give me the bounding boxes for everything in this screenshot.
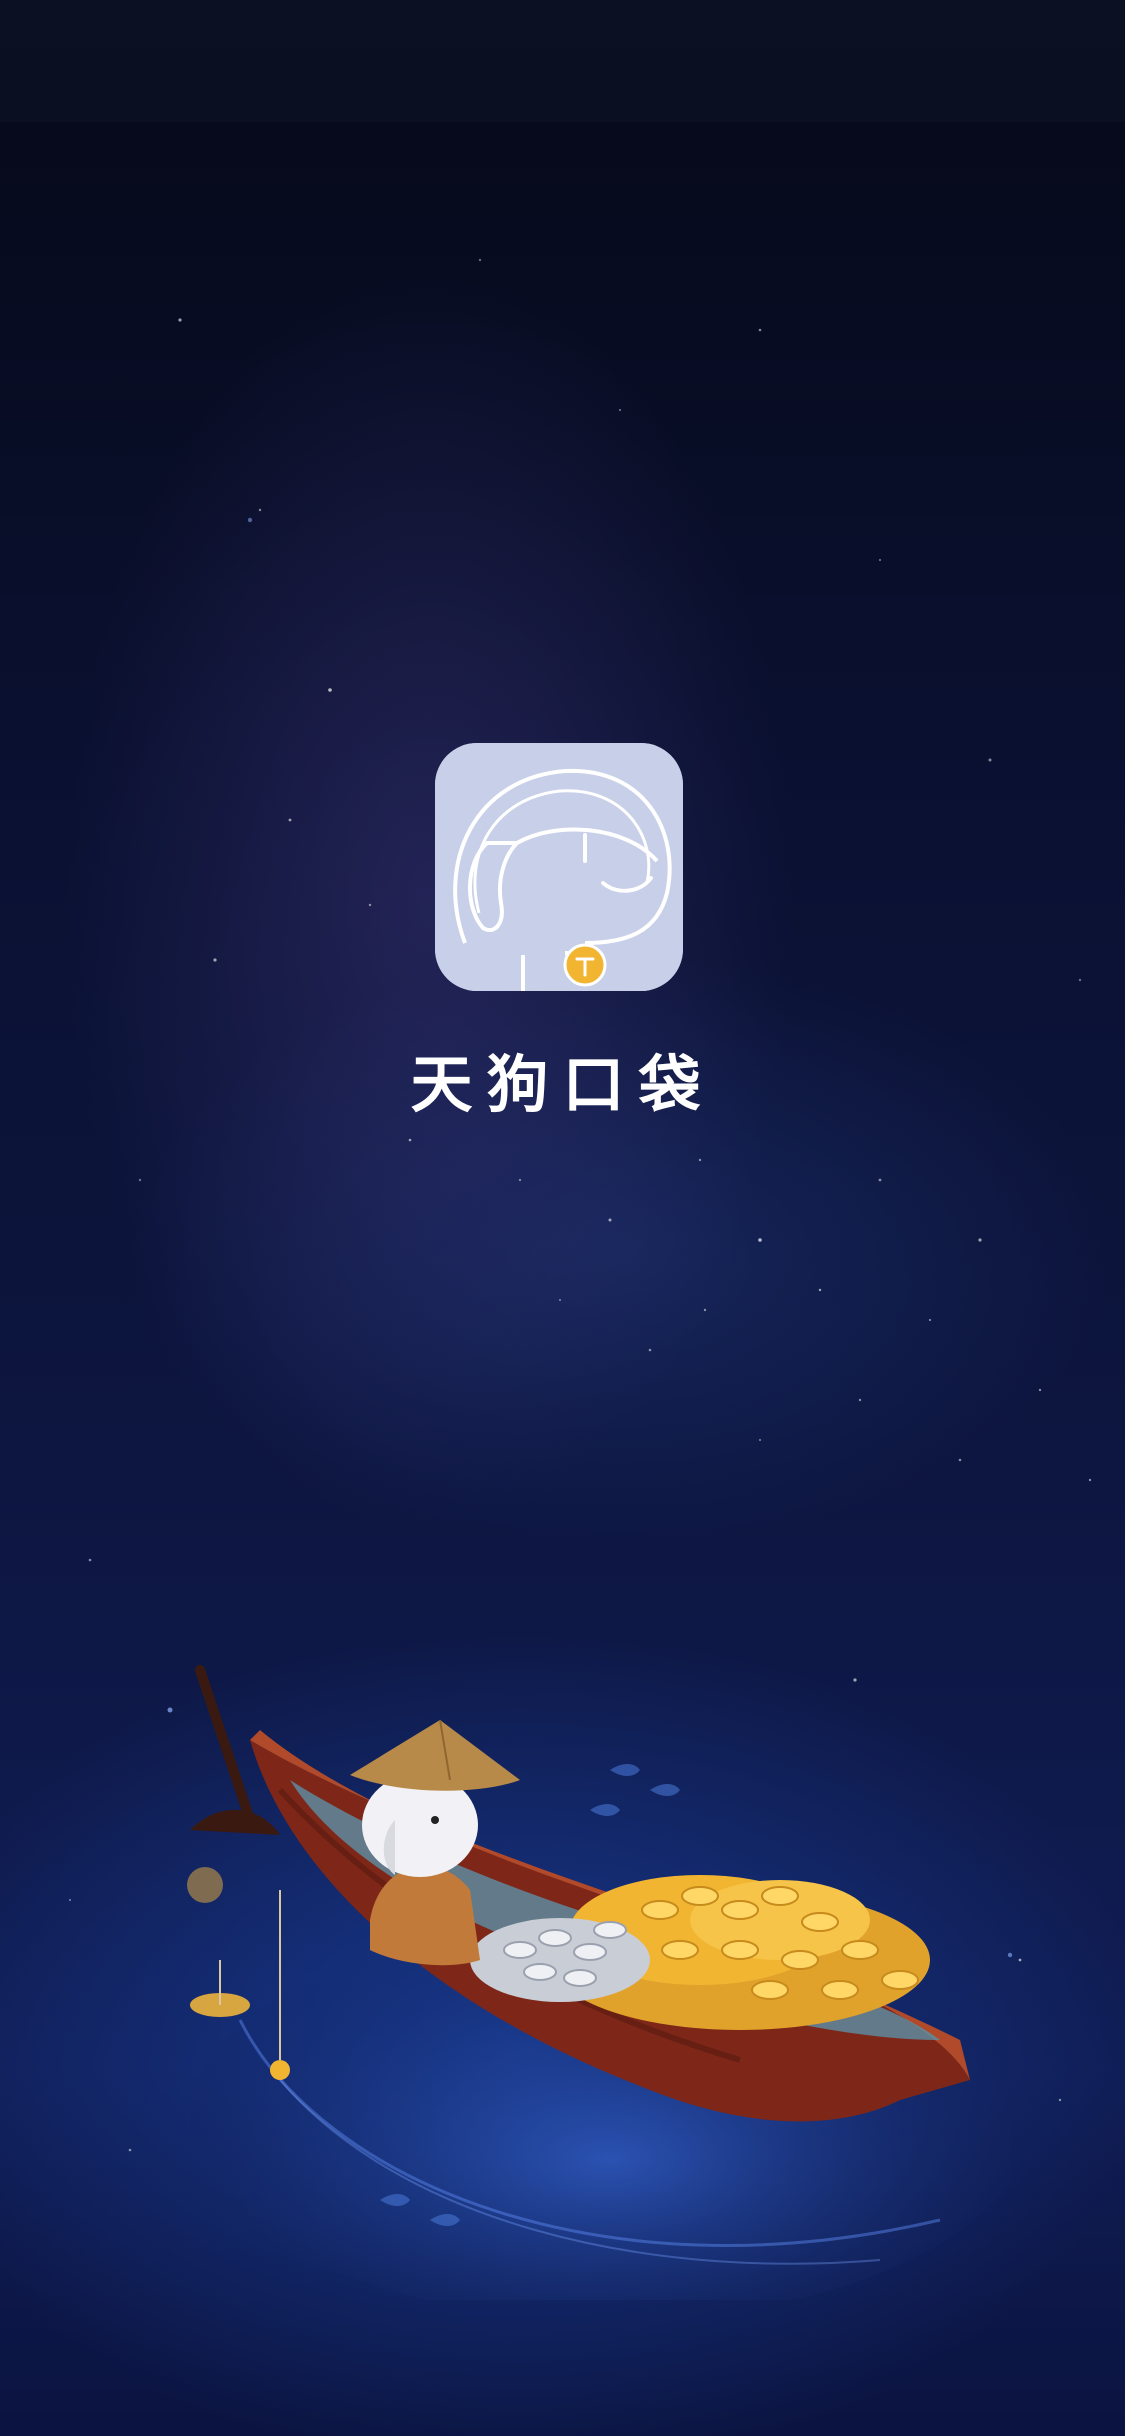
- app-name: 天狗口袋: [410, 1048, 715, 1121]
- astronaut-dog-icon: [435, 743, 683, 991]
- splash-screen: 天狗口袋: [0, 0, 1125, 2436]
- app-icon: [435, 743, 683, 991]
- boat-illustration: [187, 1665, 1010, 2300]
